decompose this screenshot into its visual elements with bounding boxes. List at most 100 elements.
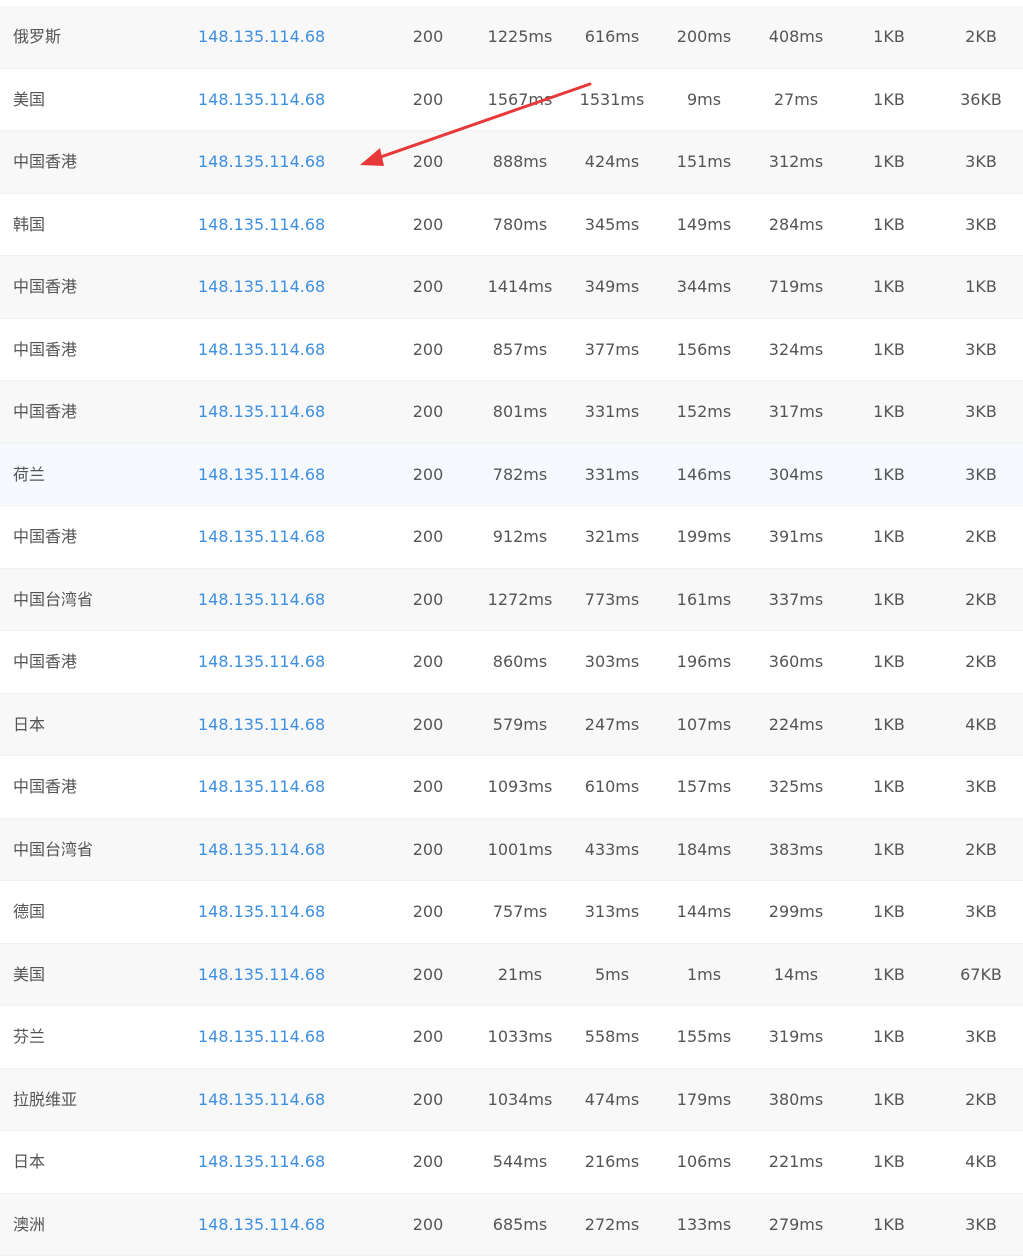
ip-link[interactable]: 148.135.114.68 xyxy=(198,69,358,132)
table-row: 中国台湾省 148.135.114.68 200 1001ms 433ms 18… xyxy=(0,819,1023,882)
status-code-cell: 200 xyxy=(398,881,458,944)
page-size-cell: 3KB xyxy=(941,131,1021,194)
resolve-time-cell: 610ms xyxy=(567,756,657,819)
ip-link[interactable]: 148.135.114.68 xyxy=(198,319,358,382)
status-code-cell: 200 xyxy=(398,444,458,507)
ip-link[interactable]: 148.135.114.68 xyxy=(198,194,358,257)
ip-link[interactable]: 148.135.114.68 xyxy=(198,131,358,194)
total-time-cell: 860ms xyxy=(475,631,565,694)
ip-link[interactable]: 148.135.114.68 xyxy=(198,6,358,69)
connect-time-cell: 161ms xyxy=(659,569,749,632)
download-time-cell: 383ms xyxy=(751,819,841,882)
page-size-cell: 2KB xyxy=(941,819,1021,882)
page-size-cell: 1KB xyxy=(941,256,1021,319)
ip-link[interactable]: 148.135.114.68 xyxy=(198,1069,358,1132)
ip-link[interactable]: 148.135.114.68 xyxy=(198,381,358,444)
total-time-cell: 1034ms xyxy=(475,1069,565,1132)
status-code-cell: 200 xyxy=(398,1194,458,1256)
status-code-cell: 200 xyxy=(398,694,458,757)
ip-link[interactable]: 148.135.114.68 xyxy=(198,944,358,1007)
ip-link[interactable]: 148.135.114.68 xyxy=(198,756,358,819)
ip-link[interactable]: 148.135.114.68 xyxy=(198,631,358,694)
ip-link[interactable]: 148.135.114.68 xyxy=(198,881,358,944)
ip-link[interactable]: 148.135.114.68 xyxy=(198,1006,358,1069)
total-time-cell: 757ms xyxy=(475,881,565,944)
location-cell: 荷兰 xyxy=(13,444,183,507)
download-time-cell: 324ms xyxy=(751,319,841,382)
connect-time-cell: 1ms xyxy=(659,944,749,1007)
status-code-cell: 200 xyxy=(398,944,458,1007)
location-cell: 日本 xyxy=(13,1131,183,1194)
download-time-cell: 380ms xyxy=(751,1069,841,1132)
page-size-cell: 3KB xyxy=(941,381,1021,444)
download-time-cell: 221ms xyxy=(751,1131,841,1194)
table-row: 芬兰 148.135.114.68 200 1033ms 558ms 155ms… xyxy=(0,1006,1023,1069)
ip-link[interactable]: 148.135.114.68 xyxy=(198,819,358,882)
resolve-time-cell: 349ms xyxy=(567,256,657,319)
connect-time-cell: 344ms xyxy=(659,256,749,319)
connect-time-cell: 179ms xyxy=(659,1069,749,1132)
page-size-cell: 2KB xyxy=(941,6,1021,69)
download-time-cell: 337ms xyxy=(751,569,841,632)
download-time-cell: 391ms xyxy=(751,506,841,569)
header-size-cell: 1KB xyxy=(849,1131,929,1194)
header-size-cell: 1KB xyxy=(849,381,929,444)
resolve-time-cell: 433ms xyxy=(567,819,657,882)
download-time-cell: 284ms xyxy=(751,194,841,257)
status-code-cell: 200 xyxy=(398,6,458,69)
status-code-cell: 200 xyxy=(398,631,458,694)
table-row: 美国 148.135.114.68 200 1567ms 1531ms 9ms … xyxy=(0,69,1023,132)
location-cell: 中国香港 xyxy=(13,256,183,319)
page-size-cell: 3KB xyxy=(941,1006,1021,1069)
connect-time-cell: 133ms xyxy=(659,1194,749,1256)
status-code-cell: 200 xyxy=(398,194,458,257)
ip-link[interactable]: 148.135.114.68 xyxy=(198,569,358,632)
table-row: 荷兰 148.135.114.68 200 782ms 331ms 146ms … xyxy=(0,444,1023,507)
header-size-cell: 1KB xyxy=(849,756,929,819)
resolve-time-cell: 424ms xyxy=(567,131,657,194)
resolve-time-cell: 773ms xyxy=(567,569,657,632)
ip-link[interactable]: 148.135.114.68 xyxy=(198,1194,358,1256)
ip-link[interactable]: 148.135.114.68 xyxy=(198,506,358,569)
connect-time-cell: 107ms xyxy=(659,694,749,757)
total-time-cell: 782ms xyxy=(475,444,565,507)
location-cell: 韩国 xyxy=(13,194,183,257)
status-code-cell: 200 xyxy=(398,569,458,632)
resolve-time-cell: 616ms xyxy=(567,6,657,69)
table-row: 俄罗斯 148.135.114.68 200 1225ms 616ms 200m… xyxy=(0,6,1023,69)
header-size-cell: 1KB xyxy=(849,444,929,507)
download-time-cell: 408ms xyxy=(751,6,841,69)
header-size-cell: 1KB xyxy=(849,6,929,69)
table-row: 中国香港 148.135.114.68 200 860ms 303ms 196m… xyxy=(0,631,1023,694)
download-time-cell: 224ms xyxy=(751,694,841,757)
resolve-time-cell: 331ms xyxy=(567,381,657,444)
total-time-cell: 780ms xyxy=(475,194,565,257)
connect-time-cell: 157ms xyxy=(659,756,749,819)
download-time-cell: 299ms xyxy=(751,881,841,944)
table-row: 韩国 148.135.114.68 200 780ms 345ms 149ms … xyxy=(0,194,1023,257)
table-row: 拉脱维亚 148.135.114.68 200 1034ms 474ms 179… xyxy=(0,1069,1023,1132)
table-row: 中国香港 148.135.114.68 200 888ms 424ms 151m… xyxy=(0,131,1023,194)
connect-time-cell: 152ms xyxy=(659,381,749,444)
download-time-cell: 325ms xyxy=(751,756,841,819)
page-size-cell: 36KB xyxy=(941,69,1021,132)
page-size-cell: 3KB xyxy=(941,756,1021,819)
status-code-cell: 200 xyxy=(398,131,458,194)
connect-time-cell: 196ms xyxy=(659,631,749,694)
connect-time-cell: 200ms xyxy=(659,6,749,69)
status-code-cell: 200 xyxy=(398,256,458,319)
total-time-cell: 544ms xyxy=(475,1131,565,1194)
table-row: 中国香港 148.135.114.68 200 1414ms 349ms 344… xyxy=(0,256,1023,319)
location-cell: 美国 xyxy=(13,69,183,132)
ip-link[interactable]: 148.135.114.68 xyxy=(198,694,358,757)
location-cell: 中国香港 xyxy=(13,631,183,694)
header-size-cell: 1KB xyxy=(849,694,929,757)
ip-link[interactable]: 148.135.114.68 xyxy=(198,256,358,319)
header-size-cell: 1KB xyxy=(849,944,929,1007)
ip-link[interactable]: 148.135.114.68 xyxy=(198,1131,358,1194)
resolve-time-cell: 1531ms xyxy=(567,69,657,132)
status-code-cell: 200 xyxy=(398,506,458,569)
ip-link[interactable]: 148.135.114.68 xyxy=(198,444,358,507)
header-size-cell: 1KB xyxy=(849,631,929,694)
total-time-cell: 1225ms xyxy=(475,6,565,69)
